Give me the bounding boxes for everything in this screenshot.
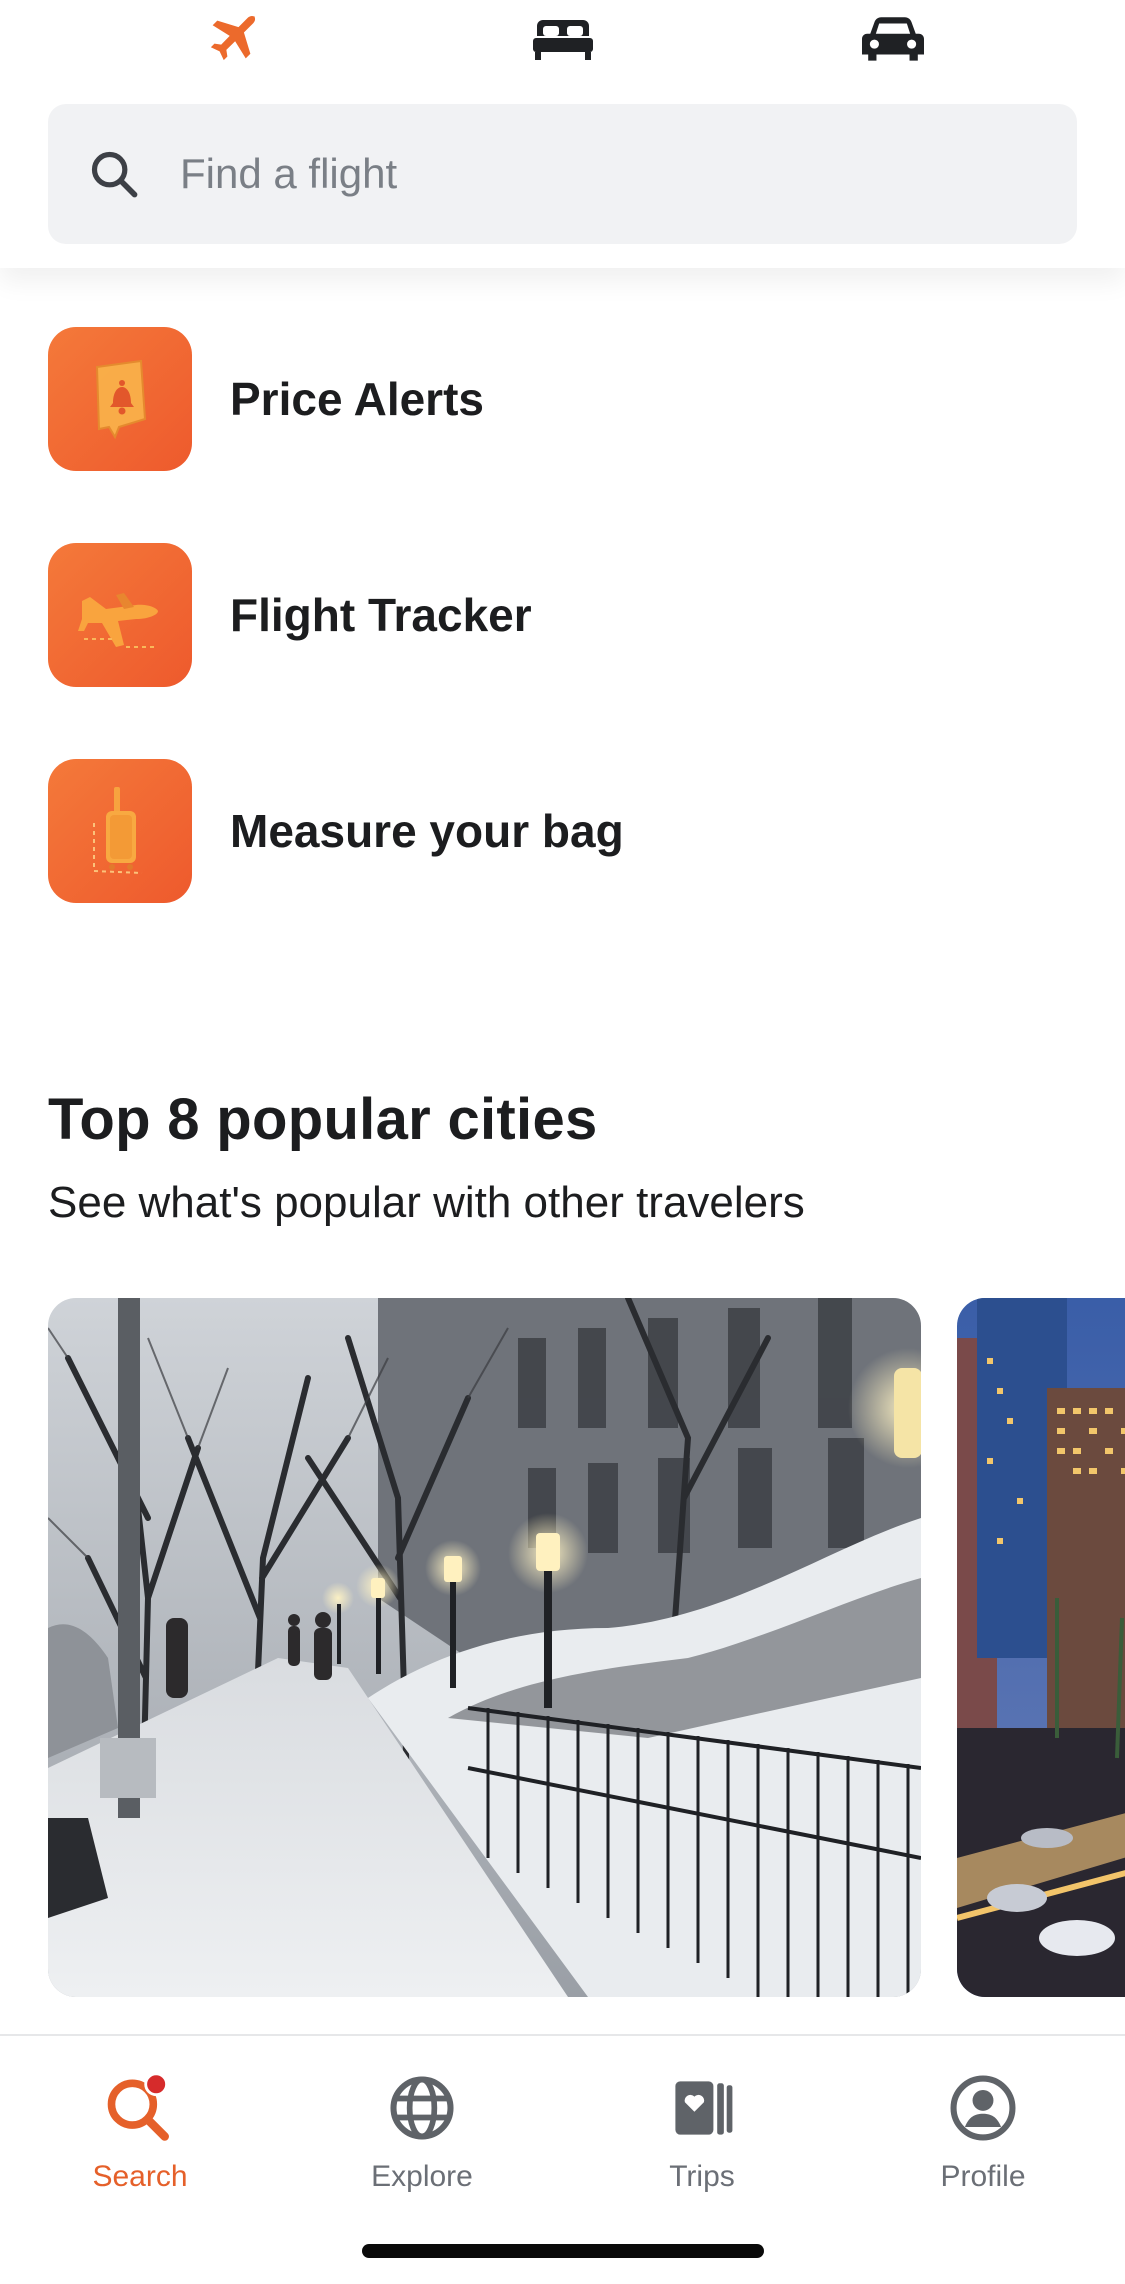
city-photo-night-skyline [957,1298,1125,1997]
tool-label: Measure your bag [230,805,624,857]
city-card[interactable] [48,1298,921,1997]
bed-icon [533,20,593,60]
car-icon [862,17,924,61]
notification-dot [144,2072,169,2097]
tool-flight-tracker[interactable]: Flight Tracker [48,543,1078,687]
nav-explore[interactable]: Explore [312,2058,532,2228]
vertical-tabs [0,0,1125,80]
globe-icon [390,2076,454,2140]
tab-cars[interactable] [848,0,938,80]
flight-search-input[interactable] [180,104,1040,244]
nav-label: Search [92,2160,188,2193]
city-photo-snowy-street [48,1298,921,1997]
nav-label: Profile [940,2160,1026,2193]
nav-search[interactable]: Search [30,2058,250,2228]
airplane-icon [210,15,256,61]
nav-label: Trips [669,2160,735,2193]
tool-label: Price Alerts [230,373,484,425]
profile-icon [950,2075,1016,2141]
price-alert-bell-icon [48,327,192,471]
nav-label: Explore [371,2160,473,2193]
luggage-icon [48,759,192,903]
search-icon [91,151,138,198]
tool-measure-bag[interactable]: Measure your bag [48,759,1078,903]
popular-cities-carousel[interactable] [0,1298,1125,1998]
nav-profile[interactable]: Profile [873,2058,1093,2228]
city-card[interactable] [957,1298,1125,1997]
tool-label: Flight Tracker [230,589,532,641]
popular-cities-subtitle: See what's popular with other travelers [48,1178,805,1227]
popular-cities-title: Top 8 popular cities [48,1087,598,1152]
home-indicator[interactable] [362,2244,764,2258]
tool-price-alerts[interactable]: Price Alerts [48,327,1078,471]
flight-search-bar[interactable] [48,104,1077,244]
tab-flights[interactable] [186,0,276,80]
trips-icon [675,2081,733,2135]
top-header [0,0,1125,268]
tab-stays[interactable] [518,0,608,80]
search-icon [107,2072,169,2141]
app-screen: Price Alerts Flight Tracker [0,0,1125,2284]
nav-trips[interactable]: Trips [592,2058,812,2228]
flight-tracker-plane-icon [48,543,192,687]
